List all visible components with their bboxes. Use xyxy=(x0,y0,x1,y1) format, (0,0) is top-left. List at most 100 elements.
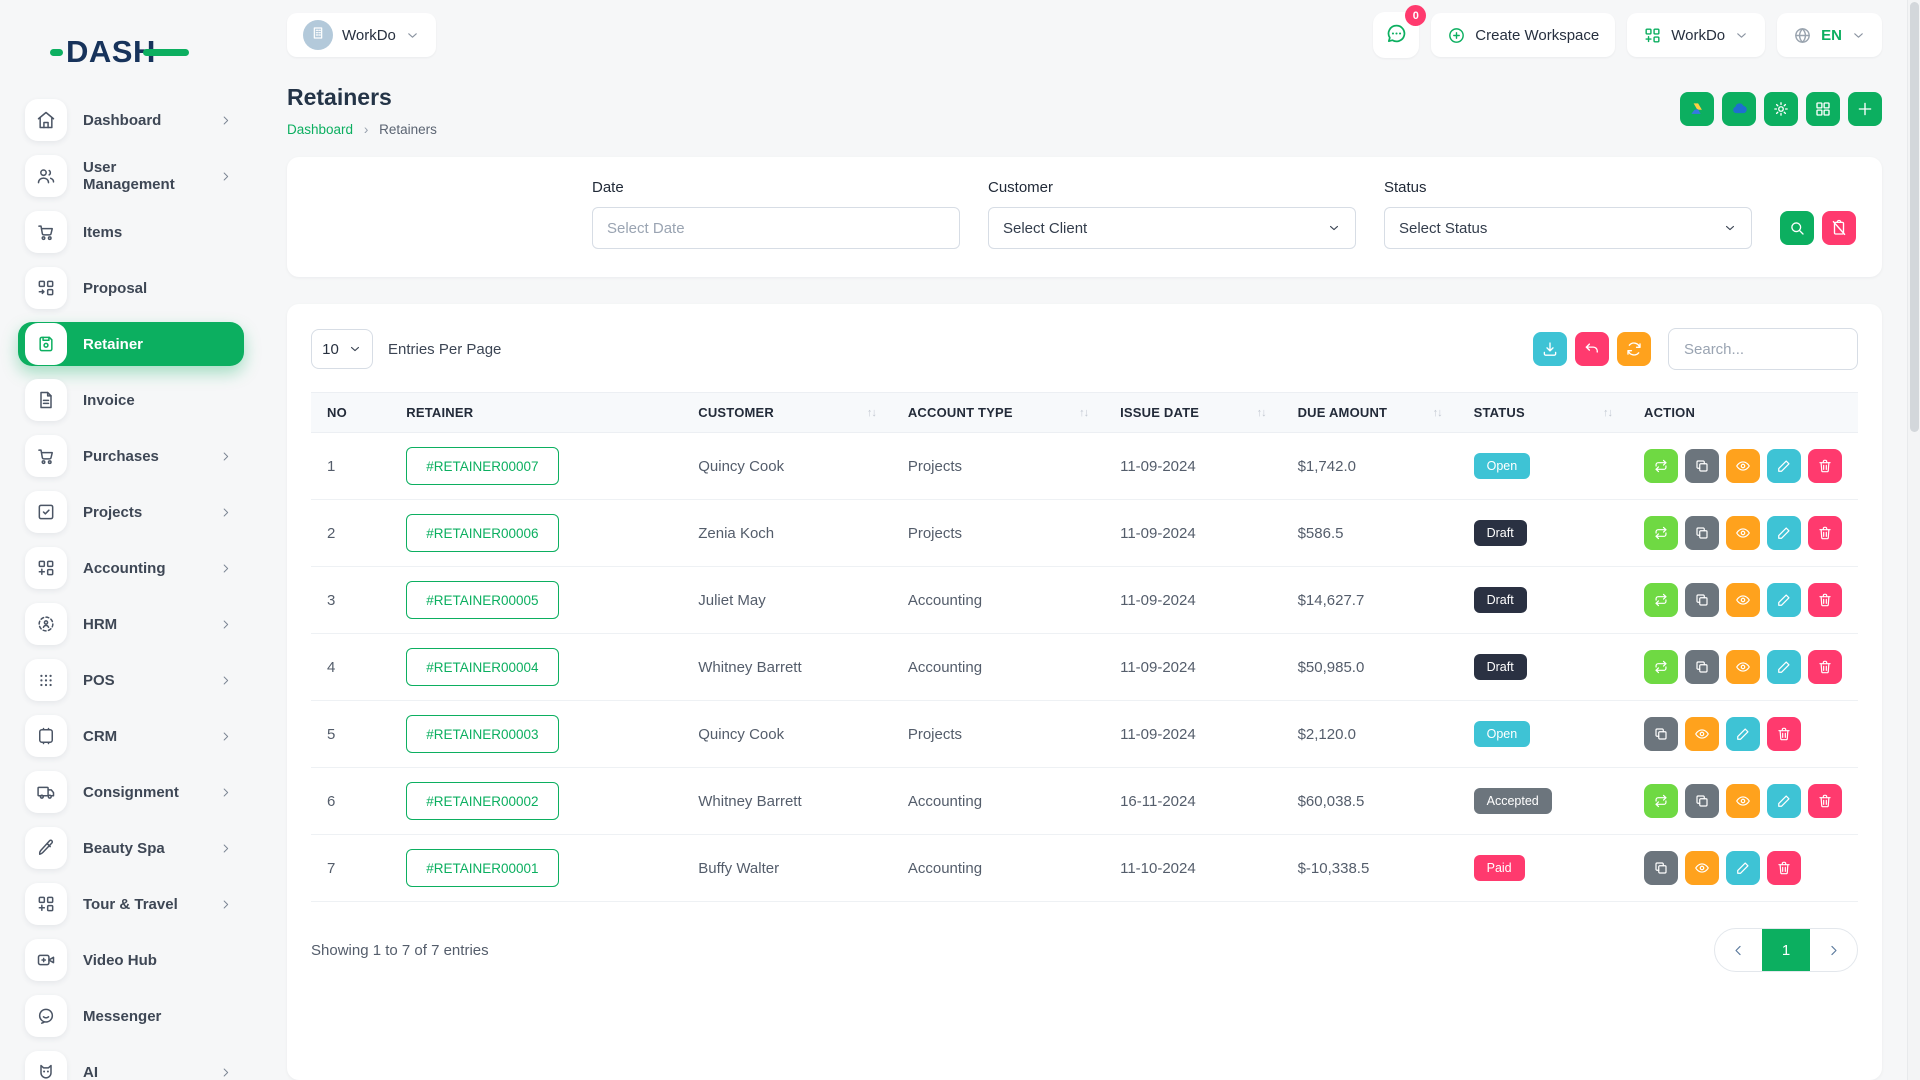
column-header-due-amount[interactable]: DUE AMOUNT↑↓ xyxy=(1282,393,1458,433)
edit-button[interactable] xyxy=(1767,784,1801,818)
sidebar-item-pos[interactable]: POS xyxy=(18,658,244,702)
view-button[interactable] xyxy=(1726,516,1760,550)
clear-filter-button[interactable] xyxy=(1822,211,1856,245)
refresh-button[interactable] xyxy=(1617,332,1651,366)
grid-button[interactable] xyxy=(1806,92,1840,126)
view-button[interactable] xyxy=(1726,449,1760,483)
sidebar-icon-box xyxy=(25,603,67,645)
view-button[interactable] xyxy=(1726,784,1760,818)
sidebar-item-items[interactable]: Items xyxy=(18,210,244,254)
sidebar-item-tour-travel[interactable]: Tour & Travel xyxy=(18,882,244,926)
row-actions xyxy=(1644,650,1842,684)
sidebar-item-consignment[interactable]: Consignment xyxy=(18,770,244,814)
language-selector[interactable]: EN xyxy=(1777,13,1882,57)
sidebar-item-video-hub[interactable]: Video Hub xyxy=(18,938,244,982)
view-button[interactable] xyxy=(1726,583,1760,617)
delete-button[interactable] xyxy=(1808,650,1842,684)
retainer-number-link[interactable]: #RETAINER00006 xyxy=(406,514,558,552)
duplicate-button[interactable] xyxy=(1685,449,1719,483)
sidebar-item-dashboard[interactable]: Dashboard xyxy=(18,98,244,142)
brand-logo[interactable]: DASH xyxy=(18,16,244,88)
column-header-account-type[interactable]: ACCOUNT TYPE↑↓ xyxy=(892,393,1104,433)
edit-button[interactable] xyxy=(1726,851,1760,885)
retainer-number-link[interactable]: #RETAINER00002 xyxy=(406,782,558,820)
pagination-prev-button[interactable] xyxy=(1715,929,1762,971)
delete-button[interactable] xyxy=(1767,851,1801,885)
cell-customer: Quincy Cook xyxy=(682,701,892,768)
sidebar-item-invoice[interactable]: Invoice xyxy=(18,378,244,422)
customer-select-value: Select Client xyxy=(1003,220,1087,237)
delete-button[interactable] xyxy=(1808,583,1842,617)
column-header-issue-date[interactable]: ISSUE DATE↑↓ xyxy=(1104,393,1281,433)
delete-button[interactable] xyxy=(1808,784,1842,818)
breadcrumb-dashboard-link[interactable]: Dashboard xyxy=(287,122,353,137)
undo-button[interactable] xyxy=(1575,332,1609,366)
sidebar-item-retainer[interactable]: Retainer xyxy=(18,322,244,366)
workdo-menu-button[interactable]: WorkDo xyxy=(1627,13,1765,57)
column-header-status[interactable]: STATUS↑↓ xyxy=(1458,393,1628,433)
column-header-customer[interactable]: CUSTOMER↑↓ xyxy=(682,393,892,433)
duplicate-button[interactable] xyxy=(1644,717,1678,751)
edit-button[interactable] xyxy=(1767,650,1801,684)
sidebar-item-crm[interactable]: CRM xyxy=(18,714,244,758)
edit-button[interactable] xyxy=(1726,717,1760,751)
sidebar-icon-box xyxy=(25,435,67,477)
edit-button[interactable] xyxy=(1767,449,1801,483)
convert-button[interactable] xyxy=(1644,784,1678,818)
retainer-number-link[interactable]: #RETAINER00003 xyxy=(406,715,558,753)
onedrive-button[interactable] xyxy=(1722,92,1756,126)
entries-count-select[interactable]: 10 xyxy=(311,329,373,369)
duplicate-button[interactable] xyxy=(1685,650,1719,684)
cell-no: 2 xyxy=(311,500,390,567)
retainer-number-link[interactable]: #RETAINER00005 xyxy=(406,581,558,619)
sidebar-item-proposal[interactable]: Proposal xyxy=(18,266,244,310)
convert-button[interactable] xyxy=(1644,583,1678,617)
view-button[interactable] xyxy=(1685,717,1719,751)
duplicate-button[interactable] xyxy=(1685,784,1719,818)
sidebar-item-user-management[interactable]: User Management xyxy=(18,154,244,198)
convert-button[interactable] xyxy=(1644,516,1678,550)
convert-button[interactable] xyxy=(1644,449,1678,483)
sidebar-item-hrm[interactable]: HRM xyxy=(18,602,244,646)
create-workspace-button[interactable]: Create Workspace xyxy=(1431,13,1615,57)
sidebar-item-accounting[interactable]: Accounting xyxy=(18,546,244,590)
customer-select[interactable]: Select Client xyxy=(988,207,1356,249)
duplicate-button[interactable] xyxy=(1644,851,1678,885)
sidebar-item-purchases[interactable]: Purchases xyxy=(18,434,244,478)
messages-button[interactable]: 0 xyxy=(1373,12,1419,58)
convert-icon xyxy=(1653,659,1669,675)
view-button[interactable] xyxy=(1685,851,1719,885)
date-input[interactable] xyxy=(592,207,960,249)
sidebar-item-ai[interactable]: AI xyxy=(18,1050,244,1080)
search-input[interactable] xyxy=(1668,328,1858,370)
convert-button[interactable] xyxy=(1644,650,1678,684)
edit-button[interactable] xyxy=(1767,516,1801,550)
retainer-number-link[interactable]: #RETAINER00004 xyxy=(406,648,558,686)
duplicate-button[interactable] xyxy=(1685,583,1719,617)
duplicate-button[interactable] xyxy=(1685,516,1719,550)
delete-button[interactable] xyxy=(1808,449,1842,483)
delete-button[interactable] xyxy=(1767,717,1801,751)
search-button[interactable] xyxy=(1780,211,1814,245)
sidebar-icon-box xyxy=(25,883,67,925)
sidebar-item-projects[interactable]: Projects xyxy=(18,490,244,534)
plus-button[interactable] xyxy=(1848,92,1882,126)
sidebar-item-messenger[interactable]: Messenger xyxy=(18,994,244,1038)
google-drive-button[interactable] xyxy=(1680,92,1714,126)
cell-retainer: #RETAINER00002 xyxy=(390,768,682,835)
view-button[interactable] xyxy=(1726,650,1760,684)
workspace-selector[interactable]: WorkDo xyxy=(287,13,436,57)
retainer-number-link[interactable]: #RETAINER00001 xyxy=(406,849,558,887)
edit-button[interactable] xyxy=(1767,583,1801,617)
gear-button[interactable] xyxy=(1764,92,1798,126)
retainer-number-link[interactable]: #RETAINER00007 xyxy=(406,447,558,485)
chevron-right-icon xyxy=(219,786,232,799)
pagination-next-button[interactable] xyxy=(1810,929,1857,971)
pagination-page-1[interactable]: 1 xyxy=(1762,929,1810,971)
scrollbar-thumb[interactable] xyxy=(1910,2,1919,432)
chevron-left-icon xyxy=(1731,943,1746,958)
delete-button[interactable] xyxy=(1808,516,1842,550)
download-button[interactable] xyxy=(1533,332,1567,366)
status-select[interactable]: Select Status xyxy=(1384,207,1752,249)
sidebar-item-beauty-spa[interactable]: Beauty Spa xyxy=(18,826,244,870)
